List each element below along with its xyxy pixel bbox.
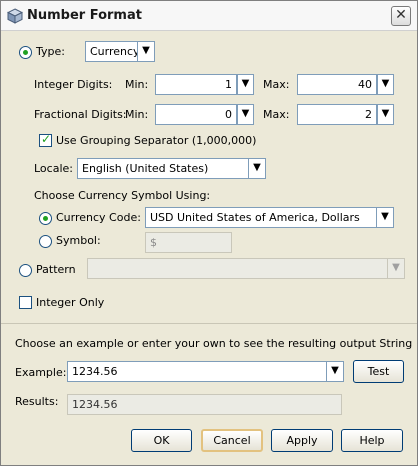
integer-max-spinner[interactable]: ▼ [377, 74, 394, 95]
app-cube-icon [7, 8, 23, 24]
apply-button[interactable]: Apply [271, 429, 333, 452]
currency-code-select[interactable]: USD United States of America, Dollars ▼ [145, 207, 394, 228]
close-button[interactable]: ✕ [391, 6, 411, 26]
symbol-label: Symbol: [56, 234, 101, 247]
chevron-down-icon[interactable]: ▼ [137, 42, 154, 61]
cancel-button[interactable]: Cancel [201, 429, 263, 452]
pattern-label: Pattern [36, 263, 76, 276]
separator [1, 323, 417, 324]
chevron-down-icon[interactable]: ▼ [376, 208, 393, 227]
title-bar: Number Format ✕ [1, 1, 417, 31]
currency-code-label: Currency Code: [56, 211, 141, 224]
locale-select-value: English (United States) [82, 162, 209, 175]
fractional-min-spinner[interactable]: ▼ [237, 104, 254, 125]
grouping-checkbox[interactable] [39, 132, 52, 147]
chevron-down-icon[interactable]: ▼ [326, 362, 343, 381]
integer-max-label: Max: [263, 78, 290, 91]
fractional-min-input[interactable]: 0 [155, 104, 237, 125]
type-select-value: Currency [90, 45, 140, 58]
type-radio[interactable] [19, 46, 32, 59]
currency-code-radio[interactable] [39, 212, 52, 225]
symbol-input[interactable]: $ [145, 232, 232, 253]
number-format-dialog: Number Format ✕ Type: Currency ▼ Integer… [0, 0, 418, 466]
chevron-down-icon[interactable]: ▼ [387, 259, 404, 278]
grouping-label: Use Grouping Separator (1,000,000) [56, 134, 257, 147]
type-select[interactable]: Currency ▼ [85, 41, 155, 62]
results-label: Results: [15, 395, 59, 408]
pattern-select[interactable]: ▼ [87, 258, 405, 279]
help-button[interactable]: Help [341, 429, 403, 452]
locale-select[interactable]: English (United States) ▼ [77, 158, 266, 179]
fractional-min-label: Min: [125, 108, 149, 121]
test-button[interactable]: Test [353, 360, 404, 383]
integer-min-label: Min: [125, 78, 149, 91]
example-value: 1234.56 [72, 365, 118, 378]
results-output: 1234.56 [67, 394, 342, 415]
example-combo[interactable]: 1234.56 ▼ [67, 361, 344, 382]
symbol-radio[interactable] [39, 235, 52, 248]
integer-min-input[interactable]: 1 [155, 74, 237, 95]
example-label: Example: [15, 366, 67, 379]
pattern-radio[interactable] [19, 264, 32, 277]
locale-label: Locale: [34, 162, 73, 175]
chevron-down-icon[interactable]: ▼ [248, 159, 265, 178]
integer-max-input[interactable]: 40 [297, 74, 377, 95]
integer-only-label: Integer Only [36, 296, 105, 309]
integer-min-spinner[interactable]: ▼ [237, 74, 254, 95]
dialog-content: Type: Currency ▼ Integer Digits: Min: 1 … [1, 32, 417, 465]
currency-code-value: USD United States of America, Dollars [150, 211, 360, 224]
fractional-digits-label: Fractional Digits: [34, 108, 127, 121]
type-label: Type: [36, 45, 65, 58]
integer-only-checkbox[interactable] [19, 296, 32, 309]
fractional-max-input[interactable]: 2 [297, 104, 377, 125]
integer-digits-label: Integer Digits: [34, 78, 113, 91]
ok-button[interactable]: OK [131, 429, 192, 452]
fractional-max-spinner[interactable]: ▼ [377, 104, 394, 125]
fractional-max-label: Max: [263, 108, 290, 121]
window-title: Number Format [27, 8, 142, 23]
currency-heading: Choose Currency Symbol Using: [34, 189, 211, 202]
example-instructions: Choose an example or enter your own to s… [15, 337, 413, 350]
close-icon: ✕ [395, 7, 407, 23]
